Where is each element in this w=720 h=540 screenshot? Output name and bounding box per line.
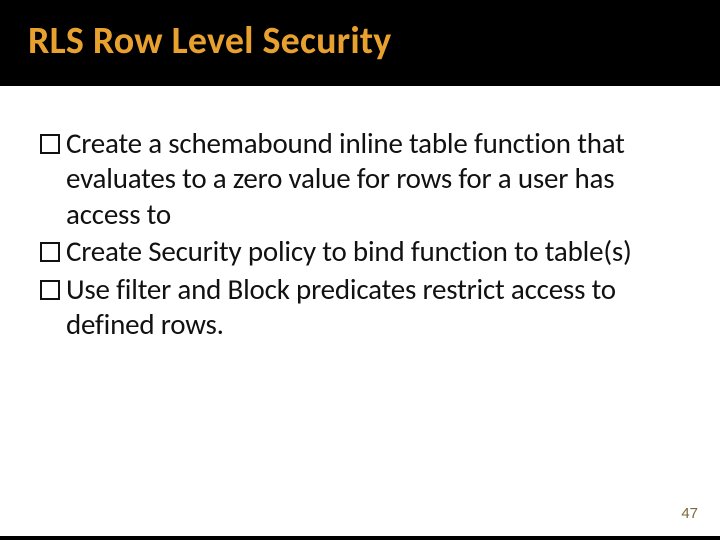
list-item: Create Security policy to bind function … — [40, 234, 680, 269]
slide-title: RLS Row Level Security — [28, 18, 692, 64]
bullet-text: Create a schemabound inline table functi… — [66, 126, 680, 232]
square-bullet-icon — [40, 242, 60, 262]
title-bar: RLS Row Level Security — [0, 0, 720, 86]
list-item: Create a schemabound inline table functi… — [40, 126, 680, 232]
square-bullet-icon — [40, 134, 60, 154]
list-item: Use filter and Block predicates restrict… — [40, 272, 680, 343]
bullet-list: Create a schemabound inline table functi… — [40, 126, 680, 342]
bullet-text: Create Security policy to bind function … — [66, 234, 680, 269]
bullet-text: Use filter and Block predicates restrict… — [66, 272, 680, 343]
page-number: 47 — [681, 505, 698, 522]
content-area: Create a schemabound inline table functi… — [0, 86, 720, 536]
square-bullet-icon — [40, 280, 60, 300]
